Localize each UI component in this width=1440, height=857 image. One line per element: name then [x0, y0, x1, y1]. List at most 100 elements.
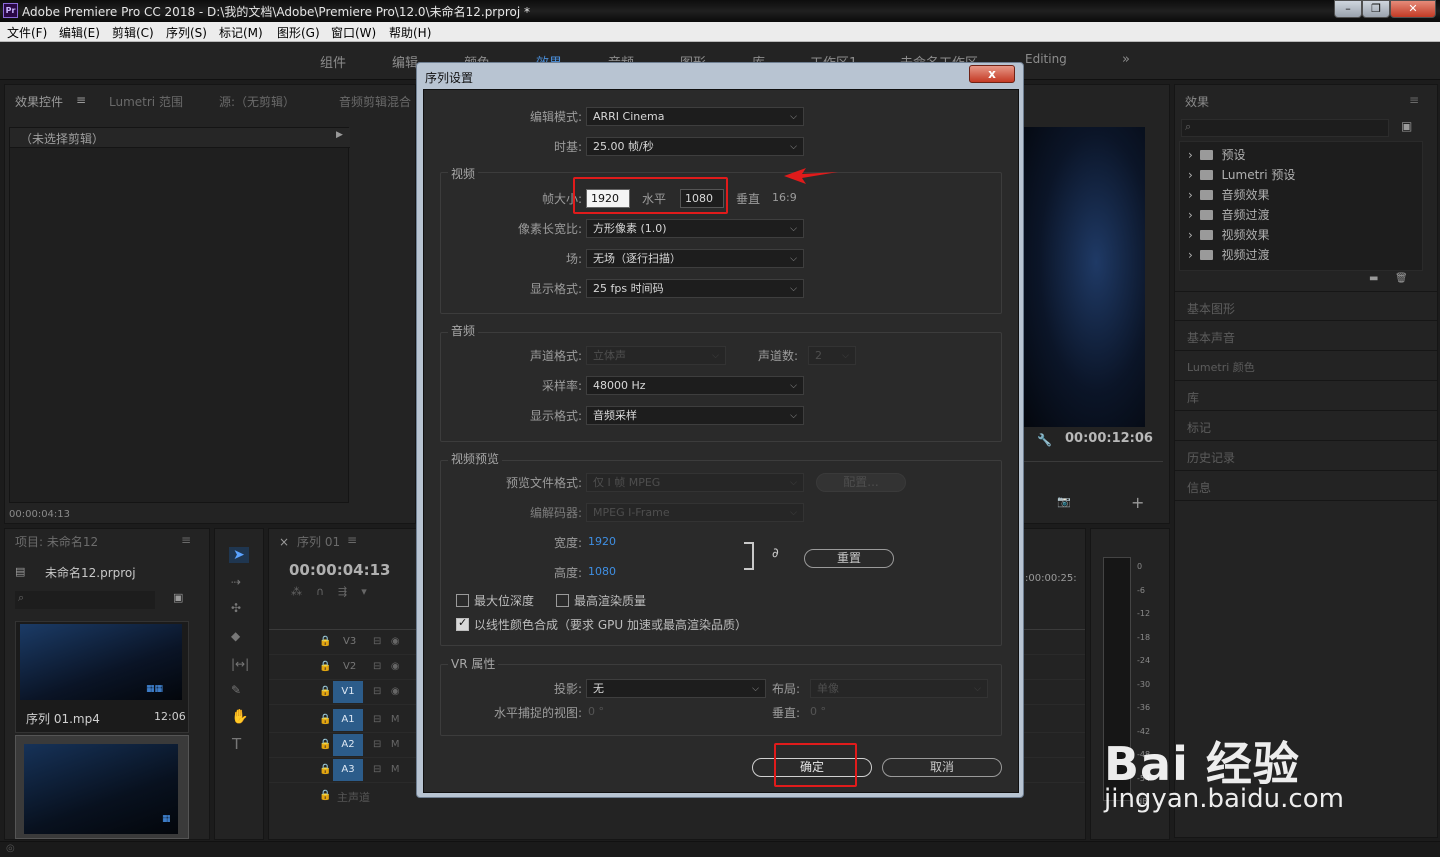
razor-tool-icon[interactable]: ◆	[231, 629, 240, 643]
tab-effect-controls[interactable]: 效果控件	[15, 93, 63, 110]
pen-tool-icon[interactable]: ✎	[231, 683, 241, 697]
trash-icon[interactable]: 🗑	[1395, 273, 1408, 284]
program-ruler[interactable]	[1023, 461, 1163, 473]
project-search-input[interactable]: ⌕	[15, 591, 155, 609]
reset-button[interactable]: 重置	[804, 549, 894, 568]
workspace-tab[interactable]: Editing	[1025, 52, 1067, 66]
section-libraries[interactable]: 库	[1175, 381, 1437, 411]
tab-source[interactable]: 源:（无剪辑）	[219, 93, 295, 110]
audio-display-select[interactable]: 音频采样 ⌵	[586, 406, 804, 425]
expand-arrow-icon[interactable]: ▶	[336, 130, 343, 140]
tab-lumetri-scopes[interactable]: Lumetri 范围	[109, 93, 183, 110]
lock-icon[interactable]: 🔒	[319, 714, 331, 725]
menu-edit[interactable]: 编辑(E)	[59, 24, 100, 41]
sync-icon[interactable]: ⊟ M	[373, 739, 400, 750]
max-render-quality-checkbox[interactable]	[556, 594, 569, 607]
timeline-tab[interactable]: 序列 01	[297, 533, 340, 550]
maximize-button[interactable]: ❐	[1362, 0, 1390, 18]
track-target-a2[interactable]: A2	[333, 734, 363, 756]
section-essential-graphics[interactable]: 基本图形	[1175, 291, 1437, 321]
window-close-button[interactable]: ✕	[1390, 0, 1436, 18]
preview-format-select[interactable]: 仅 I 帧 MPEG ⌵	[586, 473, 804, 492]
channel-format-select[interactable]: 立体声 ⌵	[586, 346, 726, 365]
h-fov-value[interactable]: 0 °	[588, 705, 604, 718]
lock-icon[interactable]: 🔒	[319, 790, 331, 801]
effects-item[interactable]: › 视频效果	[1188, 226, 1269, 244]
lock-icon[interactable]: 🔒	[319, 636, 331, 647]
max-bit-depth-checkbox[interactable]	[456, 594, 469, 607]
panel-menu-icon[interactable]: ≡	[1409, 93, 1419, 107]
sync-icon[interactable]: ⊟ M	[373, 764, 400, 775]
type-tool-icon[interactable]: T	[232, 735, 241, 753]
codec-select[interactable]: MPEG I-Frame ⌵	[586, 503, 804, 522]
projection-select[interactable]: 无 ⌵	[586, 679, 766, 698]
editing-mode-select[interactable]: ARRI Cinema ⌵	[586, 107, 804, 126]
track-target-a3[interactable]: A3	[333, 759, 363, 781]
wrench-icon[interactable]: 🔧	[1037, 433, 1052, 447]
clip-thumbnail[interactable]: ▦▦ 序列 01.mp4 12:06	[15, 621, 189, 733]
menu-graphics[interactable]: 图形(G)	[277, 24, 320, 41]
layout-select[interactable]: 单像 ⌵	[810, 679, 988, 698]
new-folder-icon[interactable]: ▬	[1369, 273, 1378, 284]
menu-sequence[interactable]: 序列(S)	[166, 24, 207, 41]
lock-icon[interactable]: 🔒	[319, 764, 331, 775]
export-frame-icon[interactable]: 📷	[1057, 495, 1071, 508]
bin-icon[interactable]: ▣	[173, 591, 183, 604]
dialog-close-button[interactable]: x	[969, 65, 1015, 83]
section-lumetri-color[interactable]: Lumetri 颜色	[1175, 351, 1437, 381]
cancel-button[interactable]: 取消	[882, 758, 1002, 777]
effects-item[interactable]: › 音频过渡	[1188, 206, 1269, 224]
preview-width-value[interactable]: 1920	[588, 535, 616, 548]
preview-height-value[interactable]: 1080	[588, 565, 616, 578]
workspace-tab[interactable]: 编辑	[392, 52, 418, 71]
effects-item[interactable]: › 预设	[1188, 146, 1245, 164]
section-info[interactable]: 信息	[1175, 471, 1437, 501]
menu-marker[interactable]: 标记(M)	[219, 24, 263, 41]
effects-item[interactable]: › 视频过渡	[1188, 246, 1269, 264]
v-fov-value[interactable]: 0 °	[810, 705, 826, 718]
timebase-select[interactable]: 25.00 帧/秒 ⌵	[586, 137, 804, 156]
panel-menu-icon[interactable]: ≡	[181, 533, 191, 547]
track-target-a1[interactable]: A1	[333, 709, 363, 731]
workspace-tab[interactable]: 组件	[320, 52, 346, 71]
section-markers[interactable]: 标记	[1175, 411, 1437, 441]
slip-tool-icon[interactable]: |↔|	[231, 657, 249, 671]
section-essential-sound[interactable]: 基本声音	[1175, 321, 1437, 351]
effects-search-input[interactable]: ⌕	[1181, 119, 1389, 137]
configure-button[interactable]: 配置...	[816, 473, 906, 492]
lock-icon[interactable]: 🔒	[319, 739, 331, 750]
add-button-icon[interactable]: +	[1131, 493, 1144, 512]
hand-tool-icon[interactable]: ✋	[231, 709, 248, 725]
track-select-tool-icon[interactable]: ⇢	[231, 575, 241, 589]
track-target-v1[interactable]: V1	[333, 681, 363, 703]
panel-menu-icon[interactable]: ≡	[347, 533, 357, 547]
sync-icon[interactable]: ⊟ ◉	[373, 661, 400, 672]
workspace-overflow-icon[interactable]: »	[1122, 52, 1130, 67]
display-format-select[interactable]: 25 fps 时间码 ⌵	[586, 279, 804, 298]
snap-icon[interactable]: ⁂ ∩ ⇶ ▾	[291, 585, 367, 598]
effects-item[interactable]: › 音频效果	[1188, 186, 1269, 204]
sync-icon[interactable]: ⊟ M	[373, 714, 400, 725]
menu-window[interactable]: 窗口(W)	[331, 24, 376, 41]
selection-tool-icon[interactable]: ➤	[229, 547, 249, 563]
clip-thumbnail-2[interactable]: ▦	[15, 735, 189, 839]
minimize-button[interactable]: –	[1334, 0, 1362, 18]
close-tab-icon[interactable]: ×	[279, 535, 289, 549]
effects-item[interactable]: › Lumetri 预设	[1188, 166, 1295, 184]
tab-menu-icon[interactable]: ≡	[76, 93, 86, 107]
ripple-edit-tool-icon[interactable]: ✣	[231, 601, 241, 615]
menu-clip[interactable]: 剪辑(C)	[112, 24, 154, 41]
pixel-aspect-select[interactable]: 方形像素 (1.0) ⌵	[586, 219, 804, 238]
sync-icon[interactable]: ⊟ ◉	[373, 686, 400, 697]
sync-icon[interactable]: ⊟ ◉	[373, 636, 400, 647]
lock-icon[interactable]: 🔒	[319, 661, 331, 672]
linear-color-checkbox[interactable]	[456, 616, 469, 631]
tab-audio-clip-mixer[interactable]: 音频剪辑混合	[339, 93, 411, 110]
section-history[interactable]: 历史记录	[1175, 441, 1437, 471]
menu-file[interactable]: 文件(F)	[7, 24, 47, 41]
menu-help[interactable]: 帮助(H)	[389, 24, 431, 41]
lock-icon[interactable]: 🔒	[319, 686, 331, 697]
fields-select[interactable]: 无场（逐行扫描） ⌵	[586, 249, 804, 268]
channels-select[interactable]: 2 ⌵	[808, 346, 856, 365]
link-chain-icon[interactable]: ∂	[772, 546, 779, 561]
